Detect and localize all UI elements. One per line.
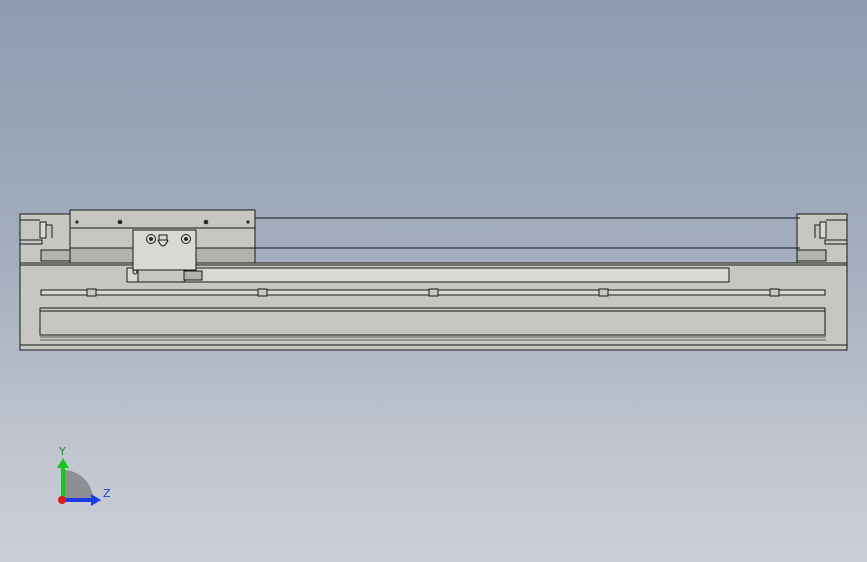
- z-axis-label: Z: [103, 487, 111, 500]
- y-axis-arrowhead: [57, 458, 69, 468]
- z-axis-arrowhead: [91, 494, 101, 506]
- x-axis-dot: [58, 496, 66, 504]
- triad-plane-sector: [63, 470, 93, 500]
- y-axis-label: Y: [58, 445, 66, 458]
- cad-viewport[interactable]: Y Z: [0, 0, 867, 562]
- orientation-triad: Y Z: [57, 445, 111, 506]
